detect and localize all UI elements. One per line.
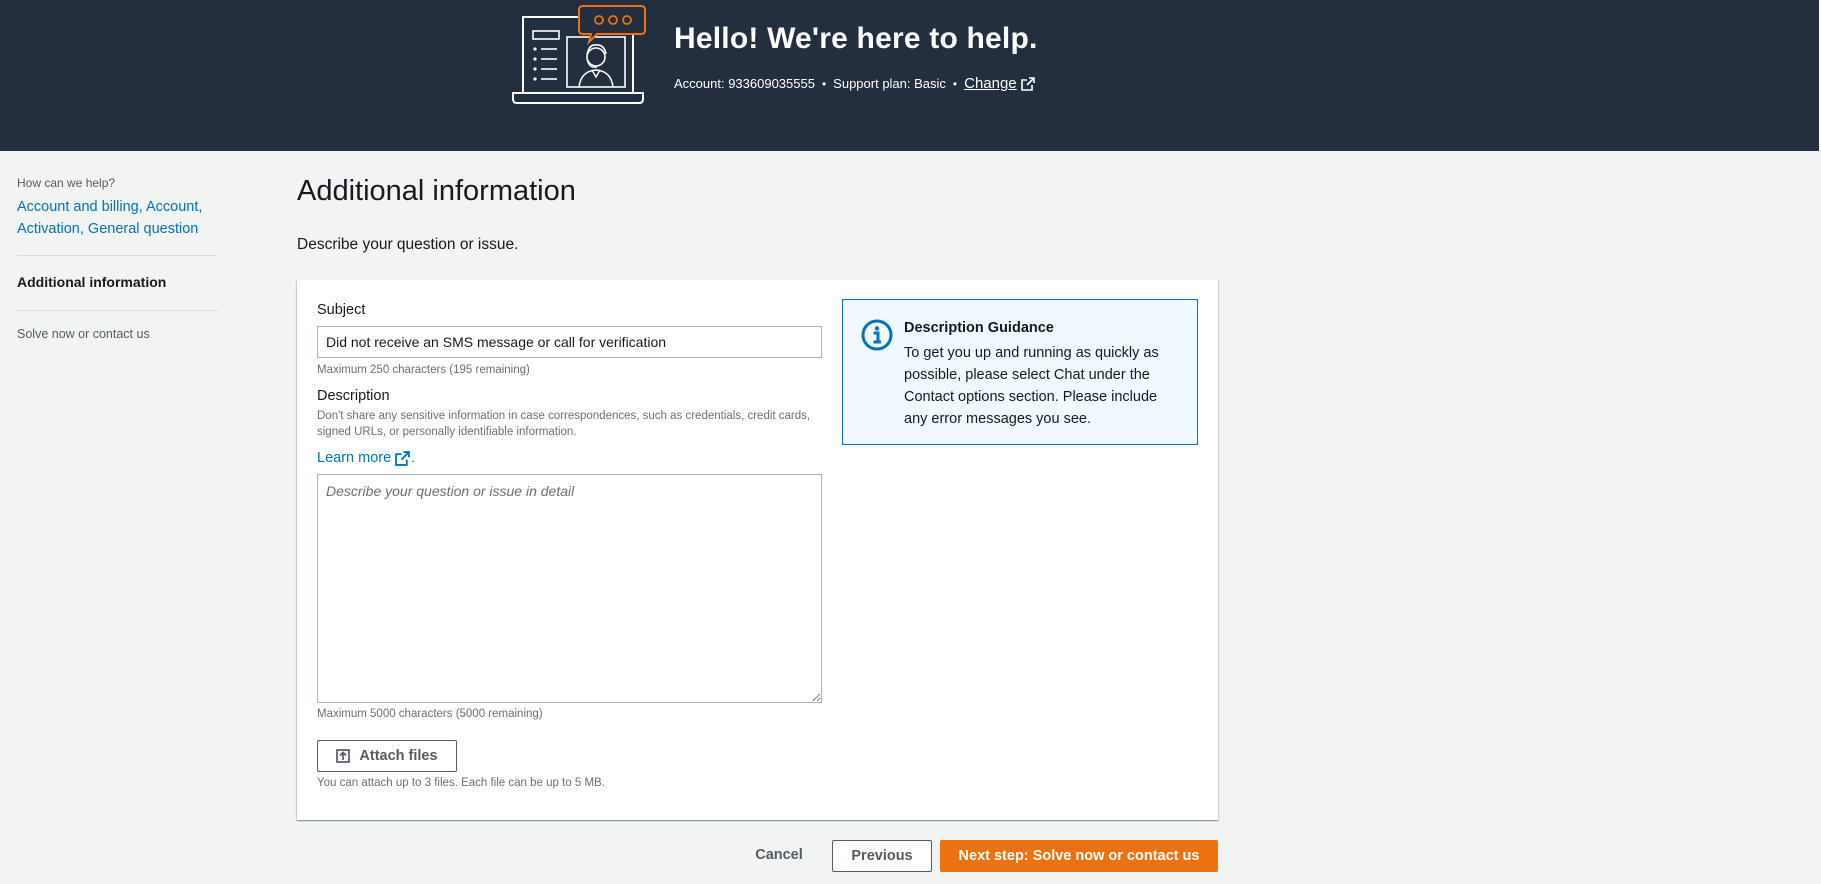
nav-step-solve-or-contact: Solve now or contact us bbox=[17, 327, 150, 341]
attach-files-label: Attach files bbox=[359, 748, 438, 764]
description-char-limit: Maximum 5000 characters (5000 remaining) bbox=[317, 708, 543, 720]
nav-step-additional-information: Additional information bbox=[17, 274, 167, 290]
wizard-navigation: How can we help? Account and billing, Ac… bbox=[17, 176, 217, 341]
separator-dot: • bbox=[952, 76, 958, 91]
description-help-text: Don't share any sensitive information in… bbox=[317, 410, 811, 438]
learn-more-label: Learn more bbox=[317, 450, 392, 466]
upload-icon bbox=[336, 749, 351, 763]
nav-question-label: How can we help? bbox=[17, 176, 116, 190]
attach-files-hint: You can attach up to 3 files. Each file … bbox=[317, 777, 605, 789]
learn-more-link[interactable]: Learn more . bbox=[317, 450, 415, 466]
description-guidance-alert: Description Guidance To get you up and r… bbox=[842, 299, 1198, 445]
subject-char-limit: Maximum 250 characters (195 remaining) bbox=[317, 364, 530, 376]
support-agent-illustration-icon bbox=[512, 5, 646, 104]
learn-more-period: . bbox=[411, 450, 416, 466]
previous-button[interactable]: Previous bbox=[832, 840, 932, 872]
account-id: Account: 933609035555 bbox=[674, 76, 815, 91]
nav-divider bbox=[17, 310, 217, 311]
additional-info-form-card: Subject Maximum 250 characters (195 rema… bbox=[297, 280, 1218, 820]
guidance-title: Description Guidance bbox=[904, 320, 1054, 336]
external-link-icon bbox=[395, 450, 410, 466]
change-plan-label: Change bbox=[964, 75, 1017, 92]
attach-files-button[interactable]: Attach files bbox=[317, 740, 457, 772]
next-step-button[interactable]: Next step: Solve now or contact us bbox=[940, 840, 1218, 872]
subject-input[interactable] bbox=[317, 326, 822, 358]
account-info-line: Account: 933609035555 • Support plan: Ba… bbox=[674, 75, 1035, 92]
cancel-button[interactable]: Cancel bbox=[744, 838, 814, 872]
description-textarea[interactable] bbox=[317, 474, 822, 703]
support-header: Hello! We're here to help. Account: 9336… bbox=[0, 0, 1821, 151]
header-greeting: Hello! We're here to help. bbox=[674, 22, 1038, 55]
nav-divider bbox=[17, 255, 217, 256]
description-label: Description bbox=[317, 388, 390, 404]
separator-dot: • bbox=[821, 76, 827, 91]
change-plan-link[interactable]: Change bbox=[964, 75, 1035, 92]
info-icon bbox=[861, 319, 893, 351]
subject-label: Subject bbox=[317, 302, 366, 318]
guidance-body: To get you up and running as quickly as … bbox=[904, 345, 1159, 427]
support-plan: Support plan: Basic bbox=[833, 76, 946, 91]
page-subtitle: Describe your question or issue. bbox=[297, 236, 519, 253]
page-title: Additional information bbox=[297, 175, 576, 207]
nav-selected-category-link[interactable]: Account and billing, Account, Activation… bbox=[17, 196, 217, 240]
external-link-icon bbox=[1020, 76, 1035, 91]
